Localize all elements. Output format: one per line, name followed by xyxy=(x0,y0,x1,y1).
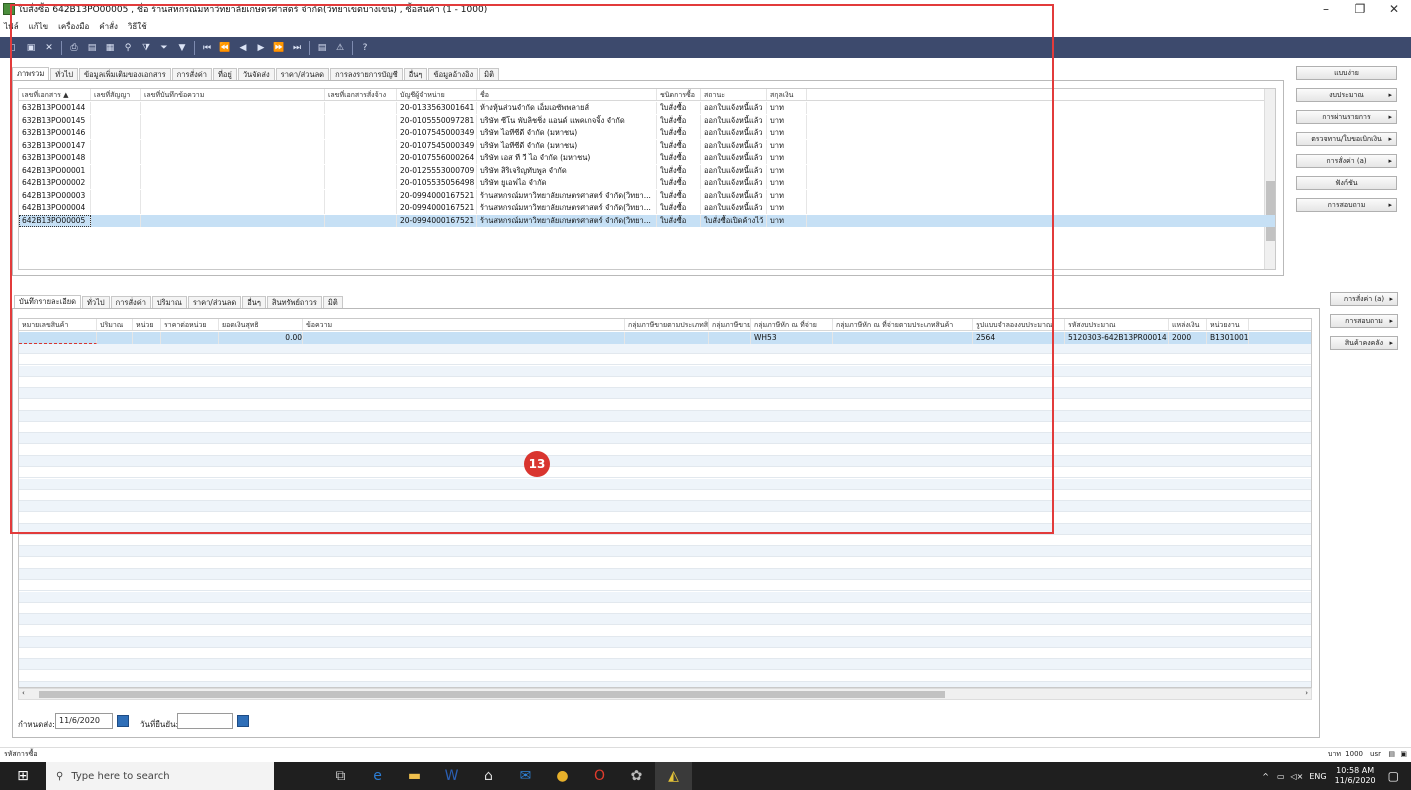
side-button[interactable]: ตรวจทาน/ใบขอเบิกเงิน ▸ xyxy=(1296,132,1397,146)
side-button-label: สินค้าคงคลัง xyxy=(1344,339,1384,347)
status-field-label: รหัสการซื้อ xyxy=(4,750,38,758)
table-cell[interactable]: 5120303-642B13PR00014 xyxy=(1065,332,1169,344)
minimize-button[interactable]: – xyxy=(1309,0,1343,18)
side-button-label: การสั่งค่า (a) xyxy=(1326,157,1367,165)
language-indicator[interactable]: ENG xyxy=(1309,772,1326,781)
word-icon[interactable]: W xyxy=(433,762,470,790)
side-button[interactable]: การสั่งค่า (a) ▸ xyxy=(1330,292,1398,306)
chevron-right-icon: ▸ xyxy=(1388,91,1392,99)
chevron-right-icon: ▸ xyxy=(1388,201,1392,209)
calendar-icon[interactable] xyxy=(237,715,249,727)
volume-icon[interactable]: ◁× xyxy=(1291,772,1304,781)
grid-row-stripe xyxy=(19,636,1311,648)
layout-icon[interactable]: ▤ xyxy=(1388,748,1395,760)
step-badge: 13 xyxy=(524,451,550,477)
dynamics-ax-icon[interactable]: ◭ xyxy=(655,762,692,790)
side-button[interactable]: การสอบถาม ▸ xyxy=(1330,314,1398,328)
side-button-label: การสั่งค่า (a) xyxy=(1343,295,1385,303)
table-cell[interactable]: B1301001C xyxy=(1207,332,1249,344)
side-button[interactable]: แบบง่าย xyxy=(1296,66,1397,80)
side-button[interactable]: การสั่งค่า (a) ▸ xyxy=(1296,154,1397,168)
windows-start-icon[interactable]: ⊞ xyxy=(0,762,46,790)
table-cell[interactable]: 2000 xyxy=(1169,332,1207,344)
tray-chevron-icon[interactable]: ^ xyxy=(1262,772,1269,781)
grid-row-stripe xyxy=(19,535,1311,547)
side-button-label: การสอบถาม xyxy=(1327,201,1366,209)
close-button[interactable]: ✕ xyxy=(1377,0,1411,18)
chevron-right-icon: ▸ xyxy=(1389,339,1393,347)
side-button-label: ฟังก์ชัน xyxy=(1335,179,1358,187)
clock-date: 11/6/2020 xyxy=(1334,776,1376,785)
grid-row-stripe xyxy=(19,591,1311,603)
windows-taskbar: ⊞ ⚲ Type here to search ⧉ e ▬ W ⌂ ✉ ● O … xyxy=(0,762,1411,790)
notification-icon[interactable]: ▢ xyxy=(1388,769,1399,783)
grid-row-stripe xyxy=(19,614,1311,626)
chevron-right-icon: ▸ xyxy=(1388,157,1392,165)
side-button-label: แบบง่าย xyxy=(1334,69,1359,77)
side-button[interactable]: การผ่านรายการ ▸ xyxy=(1296,110,1397,124)
window-controls: – ❐ ✕ xyxy=(1309,0,1411,18)
edge-icon[interactable]: e xyxy=(359,762,396,790)
side-button-label: การสอบถาม xyxy=(1345,317,1383,325)
calendar-icon[interactable] xyxy=(117,715,129,727)
grid-row-stripe xyxy=(19,580,1311,592)
opera-icon[interactable]: O xyxy=(581,762,618,790)
window-icon[interactable]: ▣ xyxy=(1400,748,1407,760)
chevron-right-icon: ▸ xyxy=(1389,317,1393,325)
side-button-label: ตรวจทาน/ใบขอเบิกเงิน xyxy=(1311,135,1382,143)
grid-row-stripe xyxy=(19,659,1311,671)
grid-row-stripe xyxy=(19,569,1311,580)
side-button[interactable]: ฟังก์ชัน xyxy=(1296,176,1397,190)
system-tray: ^ ▭ ◁× ENG 10:58 AM 11/6/2020 ▢ xyxy=(1262,762,1411,790)
side-button-label: งบประมาณ xyxy=(1329,91,1364,99)
confirm-date-field[interactable] xyxy=(177,713,233,729)
search-placeholder: Type here to search xyxy=(71,770,170,782)
app-icon[interactable]: ✿ xyxy=(618,762,655,790)
grid-row-stripe xyxy=(19,670,1311,682)
chrome-icon[interactable]: ● xyxy=(544,762,581,790)
delivery-date-field[interactable]: 11/6/2020 xyxy=(55,713,113,729)
chevron-right-icon: ▸ xyxy=(1388,113,1392,121)
task-view-icon[interactable]: ⧉ xyxy=(322,762,359,790)
restore-button[interactable]: ❐ xyxy=(1343,0,1377,18)
taskbar-search[interactable]: ⚲ Type here to search xyxy=(46,762,274,790)
file-explorer-icon[interactable]: ▬ xyxy=(396,762,433,790)
status-currency: บาท xyxy=(1328,750,1341,758)
column-header[interactable]: รหัสงบประมาณ xyxy=(1065,319,1169,330)
grid-row-stripe xyxy=(19,557,1311,569)
clock-time: 10:58 AM xyxy=(1336,766,1375,775)
grid-row-stripe xyxy=(19,546,1311,558)
side-button[interactable]: งบประมาณ ▸ xyxy=(1296,88,1397,102)
scrollbar-thumb[interactable] xyxy=(39,691,945,698)
status-user: usr xyxy=(1370,750,1381,758)
delivery-date-label: กำหนดส่ง: xyxy=(18,720,55,729)
chevron-right-icon: ▸ xyxy=(1389,295,1393,303)
grid-row-stripe xyxy=(19,625,1311,637)
horizontal-scrollbar[interactable]: ‹ › xyxy=(18,688,1312,700)
side-button[interactable]: สินค้าคงคลัง ▸ xyxy=(1330,336,1398,350)
mail-icon[interactable]: ✉ xyxy=(507,762,544,790)
network-icon[interactable]: ▭ xyxy=(1277,772,1285,781)
side-button-label: การผ่านรายการ xyxy=(1322,113,1371,121)
status-company: 1000 xyxy=(1345,750,1363,758)
scroll-right-icon[interactable]: › xyxy=(1305,689,1308,697)
chevron-right-icon: ▸ xyxy=(1388,135,1392,143)
grid-row-stripe xyxy=(19,602,1311,614)
search-icon: ⚲ xyxy=(56,770,64,782)
store-icon[interactable]: ⌂ xyxy=(470,762,507,790)
column-header[interactable]: หน่วยงาน xyxy=(1207,319,1249,330)
status-bar: รหัสการซื้อ บาท 1000 usr ▤ ▣ xyxy=(0,747,1411,759)
clock[interactable]: 10:58 AM 11/6/2020 xyxy=(1335,766,1376,786)
column-header[interactable]: แหล่งเงิน xyxy=(1169,319,1207,330)
side-button[interactable]: การสอบถาม ▸ xyxy=(1296,198,1397,212)
scroll-left-icon[interactable]: ‹ xyxy=(22,689,25,697)
confirm-date-label: วันที่ยืนยัน: xyxy=(140,720,179,729)
grid-row-stripe xyxy=(19,648,1311,660)
